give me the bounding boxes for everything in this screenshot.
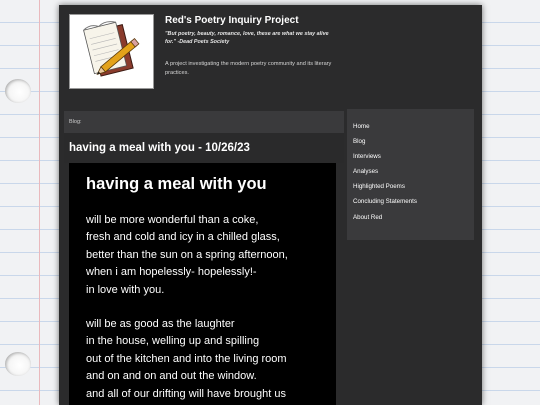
breadcrumb: Blog:: [69, 119, 82, 125]
sidebar-nav: Home Blog Interviews Analyses Highlighte…: [347, 109, 474, 240]
poem-line: when i am hopelessly- hopelessly!-: [86, 266, 257, 279]
poem-line: better than the sun on a spring afternoo…: [86, 248, 288, 261]
poem-line: fresh and cold and icy in a chilled glas…: [86, 231, 280, 244]
nav-item-concluding-statements[interactable]: Concluding Statements: [347, 198, 474, 213]
poem-line: in the house, welling up and spilling: [86, 335, 260, 348]
site-title[interactable]: Red's Poetry Inquiry Project: [165, 15, 299, 26]
nav-item-home[interactable]: Home: [347, 123, 474, 138]
site-description: A project investigating the modern poetr…: [165, 61, 332, 76]
binder-hole-bottom: [5, 352, 31, 376]
notepad-and-pencil-icon[interactable]: [69, 14, 154, 89]
nav-item-analyses[interactable]: Analyses: [347, 168, 474, 183]
site-tagline: "But poetry, beauty, romance, love, thes…: [165, 31, 329, 45]
breadcrumb-bar: Blog:: [64, 111, 344, 133]
poem-image: having a meal with you will be more wond…: [69, 163, 336, 405]
nav-item-blog[interactable]: Blog: [347, 138, 474, 153]
poem-line: out of the kitchen and into the living r…: [86, 352, 287, 365]
nav-item-about-red[interactable]: About Red: [347, 214, 474, 229]
page-container: Red's Poetry Inquiry Project "But poetry…: [59, 5, 482, 405]
nav-item-interviews[interactable]: Interviews: [347, 153, 474, 168]
poem-line: and on and on and out the window.: [86, 370, 257, 383]
poem-line: will be more wonderful than a coke,: [86, 214, 259, 226]
binder-hole-top: [5, 79, 31, 103]
poem-stanza-2: will be as good as the laughter in the h…: [86, 316, 287, 403]
nav-item-highlighted-poems[interactable]: Highlighted Poems: [347, 183, 474, 198]
poem-title: having a meal with you: [86, 175, 267, 193]
poem-line: in love with you.: [86, 283, 165, 296]
poem-stanza-1: will be more wonderful than a coke, fres…: [86, 212, 288, 299]
poem-line: and all of our drifting will have brough…: [86, 387, 286, 400]
poem-line: will be as good as the laughter: [86, 318, 235, 330]
post-title[interactable]: having a meal with you - 10/26/23: [69, 142, 250, 154]
site-header: Red's Poetry Inquiry Project "But poetry…: [59, 5, 482, 105]
post-header: having a meal with you - 10/26/23: [64, 133, 344, 163]
